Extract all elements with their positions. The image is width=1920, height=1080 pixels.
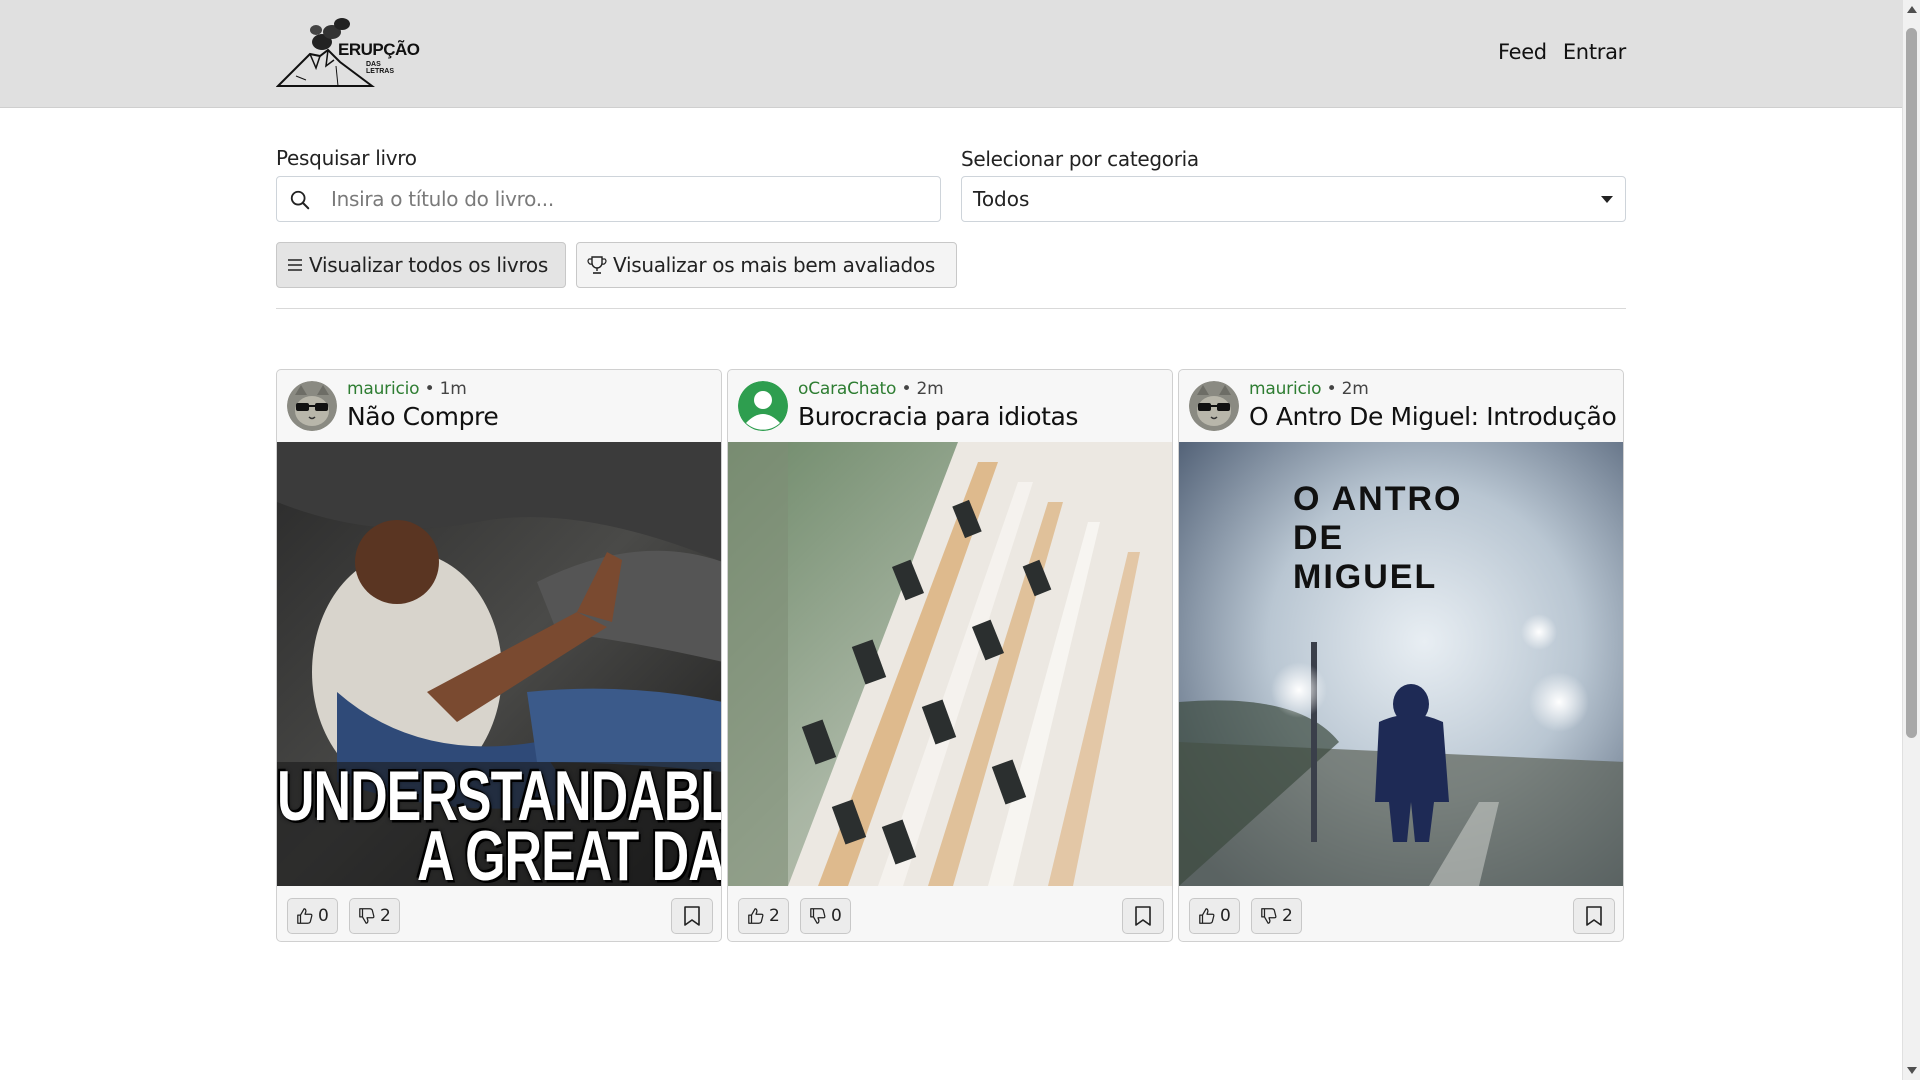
card-header: mauricio • 2m O Antro De Miguel: Introdu… xyxy=(1179,370,1623,442)
thumbs-down-icon xyxy=(1261,908,1277,924)
post-meta: mauricio • 2m xyxy=(1249,379,1369,399)
dislike-button[interactable]: 2 xyxy=(1251,898,1302,934)
book-cover-image[interactable]: O ANTRO DE MIGUEL xyxy=(1179,442,1623,886)
cat-avatar-icon[interactable] xyxy=(287,381,337,431)
thumbs-down-icon xyxy=(810,908,826,924)
bookmark-icon xyxy=(1586,906,1602,926)
book-card[interactable]: mauricio • 2m O Antro De Miguel: Introdu… xyxy=(1178,369,1624,942)
paper-stack-illustration xyxy=(728,442,1172,886)
card-footer: 0 2 xyxy=(1179,886,1623,941)
book-card[interactable]: oCaraChato • 2m Burocracia para idiotas xyxy=(727,369,1173,942)
dislike-count: 2 xyxy=(1282,906,1293,926)
category-select[interactable]: Todos xyxy=(961,176,1626,222)
dislike-button[interactable]: 0 xyxy=(800,898,851,934)
card-footer: 2 0 xyxy=(728,886,1172,941)
like-count: 0 xyxy=(1220,906,1231,926)
card-footer: 0 2 xyxy=(277,886,721,941)
logo-subtitle: DAS LETRAS xyxy=(366,61,394,75)
thumbs-down-icon xyxy=(359,908,375,924)
bookmark-button[interactable] xyxy=(1122,898,1164,934)
book-card[interactable]: mauricio • 1m Não Compre UNDERSTANDABLE … xyxy=(276,369,722,942)
thumbs-up-icon xyxy=(297,908,313,924)
post-author[interactable]: mauricio xyxy=(347,379,420,399)
default-user-avatar-icon[interactable] xyxy=(738,381,788,431)
dislike-count: 2 xyxy=(380,906,391,926)
like-count: 0 xyxy=(318,906,329,926)
dislike-button[interactable]: 2 xyxy=(349,898,400,934)
post-meta: oCaraChato • 2m xyxy=(798,379,944,399)
caret-down-icon xyxy=(1601,196,1613,203)
nav-link-feed[interactable]: Feed xyxy=(1498,40,1547,64)
thumbs-up-icon xyxy=(748,908,764,924)
card-header: mauricio • 1m Não Compre xyxy=(277,370,721,442)
trophy-icon xyxy=(587,256,607,274)
book-title[interactable]: Burocracia para idiotas xyxy=(798,402,1078,431)
post-time: 2m xyxy=(916,379,944,399)
search-input[interactable] xyxy=(331,177,931,221)
section-divider xyxy=(276,308,1626,309)
view-top-rated-button[interactable]: Visualizar os mais bem avaliados xyxy=(576,242,957,288)
nav-link-login[interactable]: Entrar xyxy=(1563,40,1626,64)
scrollbar-thumb[interactable] xyxy=(1906,28,1917,738)
scroll-up-arrow-icon[interactable] xyxy=(1907,6,1917,13)
scroll-down-arrow-icon[interactable] xyxy=(1907,1067,1917,1074)
logo-title: ERUPÇÃO xyxy=(338,40,420,59)
book-cover-image[interactable] xyxy=(728,442,1172,886)
cat-avatar-icon[interactable] xyxy=(1189,381,1239,431)
post-time: 1m xyxy=(439,379,467,399)
post-time: 2m xyxy=(1341,379,1369,399)
list-icon xyxy=(288,259,302,271)
like-button[interactable]: 0 xyxy=(287,898,338,934)
view-all-books-button[interactable]: Visualizar todos os livros xyxy=(276,242,566,288)
like-button[interactable]: 2 xyxy=(738,898,789,934)
search-box xyxy=(276,176,941,222)
like-count: 2 xyxy=(769,906,780,926)
cover-title-text: O ANTRO DE MIGUEL xyxy=(1293,480,1463,596)
dislike-count: 0 xyxy=(831,906,842,926)
post-author[interactable]: mauricio xyxy=(1249,379,1322,399)
like-button[interactable]: 0 xyxy=(1189,898,1240,934)
card-header: oCaraChato • 2m Burocracia para idiotas xyxy=(728,370,1172,442)
post-meta: mauricio • 1m xyxy=(347,379,467,399)
bookmark-icon xyxy=(684,906,700,926)
book-title[interactable]: O Antro De Miguel: Introdução xyxy=(1249,402,1617,431)
view-all-books-label: Visualizar todos os livros xyxy=(309,253,548,277)
navbar: ERUPÇÃO DAS LETRAS Feed Entrar xyxy=(0,0,1902,108)
meme-caption-bottom: A GREAT DAY xyxy=(417,817,722,886)
book-title[interactable]: Não Compre xyxy=(347,402,499,431)
search-label: Pesquisar livro xyxy=(276,146,417,170)
category-selected-value: Todos xyxy=(973,187,1030,211)
category-label: Selecionar por categoria xyxy=(961,147,1199,171)
site-logo[interactable]: ERUPÇÃO DAS LETRAS xyxy=(275,16,420,88)
bookmark-icon xyxy=(1135,906,1151,926)
view-top-rated-label: Visualizar os mais bem avaliados xyxy=(613,253,935,277)
search-icon xyxy=(290,190,310,210)
thumbs-up-icon xyxy=(1199,908,1215,924)
post-author[interactable]: oCaraChato xyxy=(798,379,896,399)
page-scrollbar[interactable] xyxy=(1902,0,1920,1080)
bookmark-button[interactable] xyxy=(671,898,713,934)
book-cover-image[interactable]: UNDERSTANDABLE A GREAT DAY xyxy=(277,442,722,886)
bookmark-button[interactable] xyxy=(1573,898,1615,934)
nav-links: Feed Entrar xyxy=(1498,40,1626,64)
